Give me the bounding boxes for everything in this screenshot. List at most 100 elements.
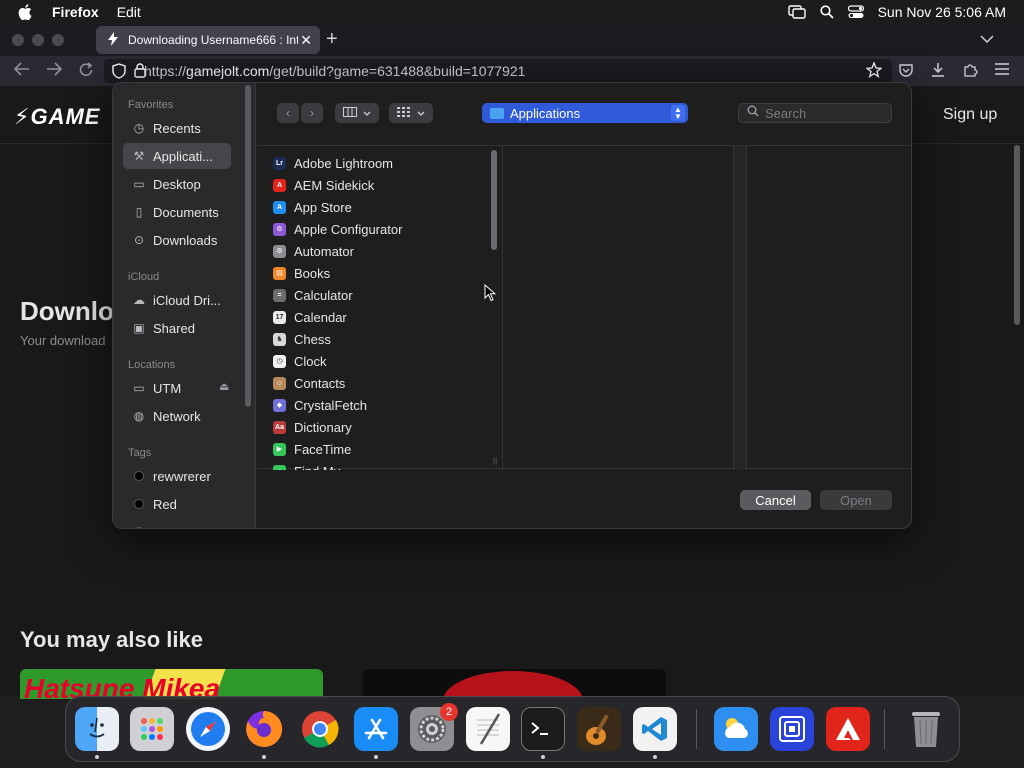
file-list-item[interactable]: ⚙ Automator: [273, 240, 493, 262]
file-list-item[interactable]: A App Store: [273, 196, 493, 218]
forward-button[interactable]: ›: [301, 103, 323, 123]
downloads-icon[interactable]: [930, 62, 946, 83]
apple-icon[interactable]: [18, 4, 38, 20]
back-icon[interactable]: [13, 62, 30, 81]
file-list-item[interactable]: A AEM Sidekick: [273, 174, 493, 196]
file-list-item[interactable]: Lr Adobe Lightroom: [273, 152, 493, 174]
launchpad-icon[interactable]: [130, 707, 174, 751]
app-icon: A: [273, 178, 286, 192]
clock-icon: ◷: [133, 121, 145, 135]
window-zoom-button[interactable]: [52, 34, 64, 46]
sign-up-link[interactable]: Sign up: [943, 106, 997, 124]
location-popup[interactable]: Applications ▲ ▼: [482, 103, 688, 123]
page-scrollbar[interactable]: [1014, 145, 1020, 325]
utm-app-icon[interactable]: [770, 707, 814, 751]
terminal-icon[interactable]: [521, 707, 565, 751]
new-tab-button[interactable]: +: [326, 28, 338, 50]
game-thumbnail[interactable]: Hatsune Mikea: [20, 669, 323, 699]
app-icon: ☺: [273, 376, 286, 390]
hamburger-menu-icon[interactable]: [994, 62, 1010, 81]
back-button[interactable]: ‹: [277, 103, 299, 123]
group-by-button[interactable]: [389, 103, 433, 123]
view-mode-button[interactable]: [335, 103, 379, 123]
vscode-icon[interactable]: [633, 707, 677, 751]
control-center-icon[interactable]: [847, 5, 864, 19]
file-name: Calculator: [294, 287, 353, 303]
file-list-item[interactable]: ▶ FaceTime: [273, 438, 493, 460]
column-scrollbar[interactable]: [491, 150, 497, 250]
reload-icon[interactable]: [78, 62, 94, 83]
menu-edit[interactable]: Edit: [117, 4, 141, 20]
location-label: Applications: [510, 105, 581, 121]
forward-icon[interactable]: [46, 62, 63, 81]
app-name-menu[interactable]: Firefox: [52, 4, 99, 20]
sidebar-item-network[interactable]: ◍ Network: [123, 403, 231, 429]
open-button[interactable]: Open: [820, 490, 892, 510]
adobe-icon[interactable]: [826, 707, 870, 751]
tracking-protection-shield-icon[interactable]: [112, 63, 126, 82]
spotlight-search-icon[interactable]: [819, 5, 834, 19]
sidebar-item-shared[interactable]: ▣ Shared: [123, 315, 231, 341]
sidebar-item-applications[interactable]: ⚒ Applicati...: [123, 143, 231, 169]
chrome-icon[interactable]: [298, 707, 342, 751]
running-indicator: [541, 755, 545, 759]
menubar-clock[interactable]: Sun Nov 26 5:06 AM: [878, 4, 1006, 20]
site-logo[interactable]: ⚡GAME: [14, 104, 100, 130]
list-all-tabs-icon[interactable]: [980, 30, 994, 48]
garageband-icon[interactable]: [577, 707, 621, 751]
game-thumbnail[interactable]: [363, 669, 666, 699]
trash-icon[interactable]: [904, 707, 948, 751]
app-store-icon[interactable]: [354, 707, 398, 751]
sidebar-item-desktop[interactable]: ▭ Desktop: [123, 171, 231, 197]
firefox-icon[interactable]: [242, 707, 286, 751]
column-resize-handle[interactable]: ||: [493, 456, 497, 465]
textedit-icon[interactable]: [466, 707, 510, 751]
file-list-item[interactable]: ☺ Contacts: [273, 372, 493, 394]
safari-icon[interactable]: [186, 707, 230, 751]
search-field[interactable]: [738, 103, 892, 123]
tab-active[interactable]: Downloading Username666 : Int ✕: [96, 26, 320, 54]
lock-icon[interactable]: [134, 63, 146, 81]
tag-dot-icon: [134, 499, 144, 509]
system-settings-icon[interactable]: 2: [410, 703, 458, 751]
column-divider[interactable]: [733, 146, 747, 470]
tab-close-icon[interactable]: ✕: [300, 32, 312, 49]
cancel-button[interactable]: Cancel: [740, 490, 811, 510]
app-icon: ◆: [273, 398, 286, 412]
desktop-icon: ▭: [133, 177, 145, 191]
sidebar-item-downloads[interactable]: ⊙ Downloads: [123, 227, 231, 253]
sidebar-item-icloud-drive[interactable]: ☁ iCloud Dri...: [123, 287, 231, 313]
file-list-item[interactable]: = Calculator: [273, 284, 493, 306]
sidebar-scrollbar[interactable]: [245, 85, 251, 407]
file-list-item[interactable]: 17 Calendar: [273, 306, 493, 328]
search-input[interactable]: [765, 105, 885, 121]
url-text: https://gamejolt.com/get/build?game=6314…: [144, 63, 526, 79]
file-list-item[interactable]: ♞ Chess: [273, 328, 493, 350]
eject-icon[interactable]: ⏏: [219, 380, 229, 393]
bookmark-star-icon[interactable]: [865, 61, 883, 81]
screen-mirror-icon[interactable]: [787, 5, 806, 19]
file-list-item[interactable]: ▤ Books: [273, 262, 493, 284]
url-bar[interactable]: https://gamejolt.com/get/build?game=6314…: [104, 59, 892, 83]
window-minimize-button[interactable]: [32, 34, 44, 46]
extensions-puzzle-icon[interactable]: [962, 62, 978, 83]
sidebar-item-recents[interactable]: ◷ Recents: [123, 115, 231, 141]
window-close-button[interactable]: [12, 34, 24, 46]
up-down-arrows-icon: ▲ ▼: [671, 105, 685, 121]
finder-icon[interactable]: [75, 707, 119, 751]
sidebar-item-documents[interactable]: ▯ Documents: [123, 199, 231, 225]
pocket-icon[interactable]: [898, 62, 914, 83]
sidebar-tag-red[interactable]: Red: [123, 491, 231, 517]
sidebar-item-utm[interactable]: ▭ UTM ⏏: [123, 375, 231, 401]
sidebar-tag-partial[interactable]: O: [123, 519, 231, 528]
file-list-item[interactable]: ◆ CrystalFetch: [273, 394, 493, 416]
sidebar-tag-rewwrerer[interactable]: rewwrerer: [123, 463, 231, 489]
file-list-item[interactable]: ● Find My: [273, 460, 493, 470]
file-list-item[interactable]: ⚙ Apple Configurator: [273, 218, 493, 240]
file-list-item[interactable]: ◷ Clock: [273, 350, 493, 372]
file-list-item[interactable]: Aa Dictionary: [273, 416, 493, 438]
file-name: Find My: [294, 464, 340, 471]
folder-icon: [490, 107, 504, 119]
running-indicator: [374, 755, 378, 759]
weather-app-icon[interactable]: [714, 707, 758, 751]
